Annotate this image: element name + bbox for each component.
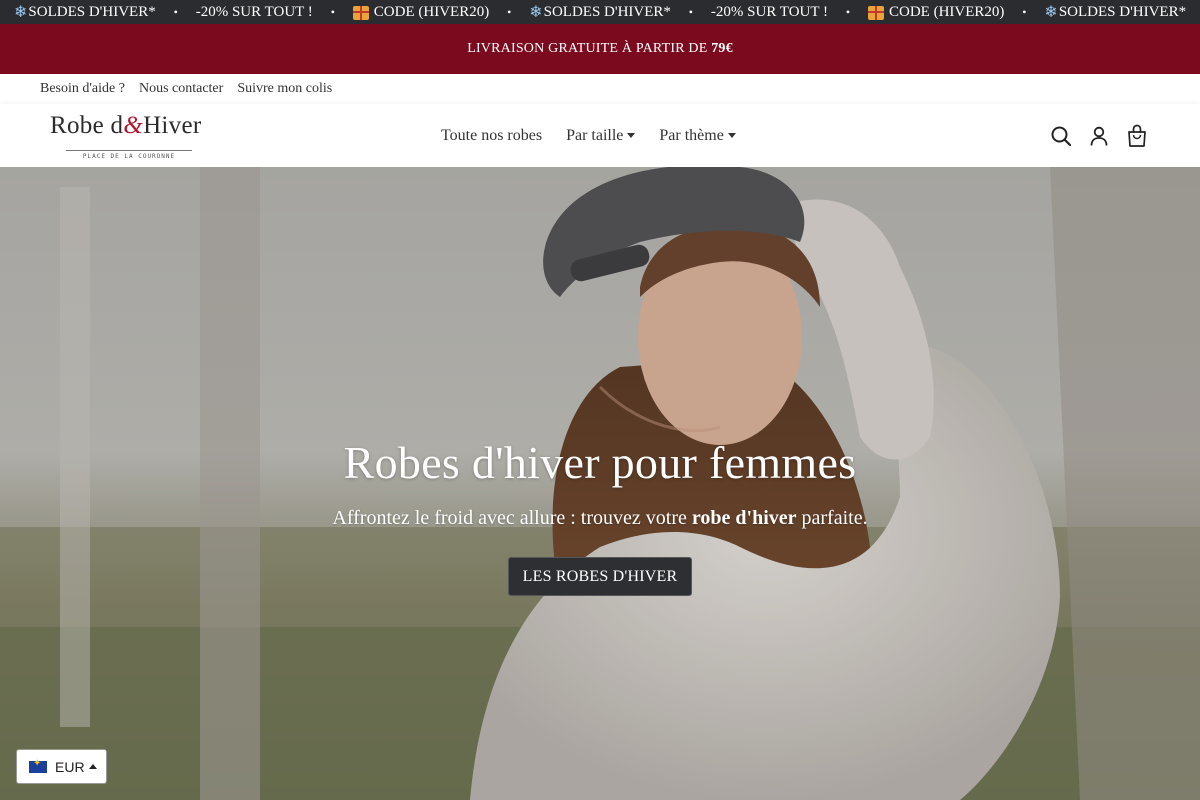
- hero-subtitle-bold: robe d'hiver: [691, 507, 797, 529]
- site-header: Robe d&Hiver PLACE DE LA COURONNE Toute …: [0, 104, 1200, 167]
- ticker-item: -20% SUR TOUT !: [196, 0, 313, 24]
- track-order-link[interactable]: Suivre mon colis: [237, 81, 332, 97]
- chevron-down-icon: [727, 133, 736, 138]
- hero-title: Robes d'hiver pour femmes: [343, 437, 857, 488]
- logo-left: Robe d: [50, 112, 124, 139]
- chevron-up-icon: [88, 764, 97, 769]
- ticker-text: -20% SUR TOUT !: [195, 4, 313, 20]
- nav-all-dresses-label: Toute nos robes: [441, 126, 543, 144]
- ticker-separator: •: [173, 5, 178, 19]
- gift-icon: [868, 6, 884, 20]
- hero-subtitle-end: parfaite.: [796, 507, 868, 529]
- logo-divider: [66, 150, 192, 151]
- ticker-separator: •: [330, 5, 335, 19]
- shop-winter-dresses-button[interactable]: LES ROBES D'HIVER: [507, 557, 693, 596]
- help-link[interactable]: Besoin d'aide ?: [40, 81, 125, 97]
- logo[interactable]: Robe d&Hiver PLACE DE LA COURONNE: [50, 112, 210, 160]
- free-shipping-text: LIVRAISON GRATUITE À PARTIR DE: [467, 41, 712, 56]
- hero-subtitle-start: Affrontez le froid avec allure : trouvez…: [332, 507, 692, 529]
- nav-all-dresses[interactable]: Toute nos robes: [441, 127, 542, 145]
- header-actions: [1034, 104, 1148, 167]
- free-shipping-amount: 79€: [711, 41, 733, 56]
- main-nav: Toute nos robes Par taille Par thème: [441, 104, 760, 167]
- cart-bag-icon[interactable]: [1126, 124, 1148, 148]
- currency-selector[interactable]: EUR: [16, 749, 107, 784]
- ticker-text: CODE (HIVER20): [889, 4, 1005, 20]
- hero-content: Robes d'hiver pour femmes Affrontez le f…: [0, 435, 1200, 596]
- currency-code: EUR: [55, 758, 85, 775]
- ticker-item: ❄ SOLDES D'HIVER*: [14, 0, 156, 24]
- chevron-down-icon: [627, 133, 636, 138]
- search-icon[interactable]: [1050, 124, 1072, 148]
- ticker-separator: •: [688, 5, 693, 19]
- announcement-ticker: ❄ SOLDES D'HIVER* • -20% SUR TOUT ! • CODE (H…: [0, 0, 1200, 24]
- ticker-separator: •: [507, 5, 512, 19]
- ticker-item: ❄ SOLDES D'HIVER*: [1044, 0, 1186, 24]
- ticker-text: SOLDES D'HIVER*: [28, 4, 156, 20]
- ticker-text: CODE (HIVER20): [373, 4, 490, 20]
- ticker-track: ❄ SOLDES D'HIVER* • -20% SUR TOUT ! • CODE (H…: [14, 0, 1186, 24]
- snowflake-icon: ❄: [1044, 2, 1058, 21]
- ticker-separator: •: [1022, 5, 1027, 19]
- contact-link[interactable]: Nous contacter: [139, 81, 223, 97]
- hero-subtitle: Affrontez le froid avec allure : trouvez…: [0, 505, 1200, 531]
- snowflake-icon: ❄: [14, 2, 28, 21]
- nav-by-theme[interactable]: Par thème: [659, 126, 736, 145]
- ticker-text: SOLDES D'HIVER*: [543, 4, 671, 20]
- ticker-item: CODE (HIVER20): [868, 0, 1004, 24]
- logo-ampersand: &: [123, 112, 144, 139]
- ticker-item: ❄ SOLDES D'HIVER*: [529, 0, 671, 24]
- nav-by-size-label: Par taille: [566, 126, 624, 144]
- nav-by-size[interactable]: Par taille: [566, 126, 636, 145]
- free-shipping-banner: LIVRAISON GRATUITE À PARTIR DE 79€: [0, 24, 1200, 74]
- ticker-item: -20% SUR TOUT !: [711, 0, 828, 24]
- ticker-text: SOLDES D'HIVER*: [1058, 4, 1187, 20]
- ticker-text: -20% SUR TOUT !: [710, 4, 828, 20]
- ticker-separator: •: [845, 5, 851, 19]
- nav-by-theme-label: Par thème: [659, 126, 724, 144]
- logo-text: Robe d&Hiver: [50, 112, 210, 140]
- logo-tagline: PLACE DE LA COURONNE: [82, 153, 176, 160]
- gift-icon: [352, 6, 369, 20]
- hero-banner: Robes d'hiver pour femmes Affrontez le f…: [0, 167, 1200, 800]
- eu-flag-icon: [29, 758, 47, 773]
- snowflake-icon: ❄: [529, 2, 543, 21]
- utility-bar: Besoin d'aide ? Nous contacter Suivre mo…: [0, 74, 1200, 104]
- account-icon[interactable]: [1088, 124, 1110, 148]
- ticker-item: CODE (HIVER20): [352, 0, 490, 24]
- logo-right: Hiver: [143, 112, 202, 139]
